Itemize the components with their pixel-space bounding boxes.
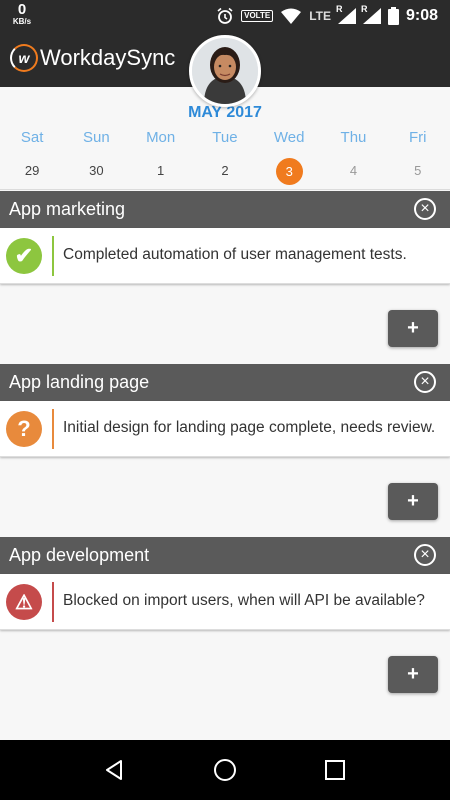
task-text: Completed automation of user management …	[63, 246, 407, 263]
project-header[interactable]: App marketing ×	[0, 191, 450, 228]
weekday-label: Sun	[83, 129, 110, 146]
calendar-day[interactable]: 4	[321, 158, 385, 184]
network-speed-value: 0	[17, 1, 27, 18]
recents-icon[interactable]	[313, 748, 357, 792]
alarm-icon	[216, 7, 234, 25]
battery-icon	[387, 7, 399, 25]
network-speed: 0 KB/s	[8, 2, 36, 26]
task-text: Blocked on import users, when will API b…	[63, 592, 425, 609]
calendar-day[interactable]: 30	[64, 158, 128, 184]
wifi-icon	[280, 8, 302, 24]
weekday-label: Wed	[273, 129, 305, 146]
completed-check-icon: ✔	[6, 238, 42, 274]
signal-icon: R	[361, 4, 381, 24]
task-card[interactable]: ✔ Completed automation of user managemen…	[0, 228, 450, 284]
status-time: 9:08	[405, 7, 438, 24]
back-icon[interactable]	[93, 748, 137, 792]
project-title: App marketing	[9, 199, 126, 219]
task-text: Initial design for landing page complete…	[63, 419, 436, 436]
add-task-button[interactable]: +	[388, 310, 438, 347]
roaming-label: R	[360, 4, 368, 14]
project-header[interactable]: App development ×	[0, 537, 450, 574]
question-icon: ?	[6, 411, 42, 447]
project-section: App marketing × ✔ Completed automation o…	[0, 191, 450, 284]
project-title: App landing page	[9, 372, 150, 392]
system-nav-bar	[0, 740, 450, 800]
volte-badge: VOLTE	[241, 10, 274, 22]
calendar-day[interactable]: 2	[193, 158, 257, 184]
weekday-label: Tue	[212, 129, 238, 146]
app-name: WorkdaySync	[40, 45, 176, 70]
weekday-label: Fri	[408, 129, 427, 146]
add-task-button[interactable]: +	[388, 483, 438, 520]
task-card[interactable]: ⚠ Blocked on import users, when will API…	[0, 574, 450, 630]
status-bar-divider	[52, 582, 54, 622]
add-task-button[interactable]: +	[388, 656, 438, 693]
home-icon[interactable]	[203, 748, 247, 792]
project-header[interactable]: App landing page ×	[0, 364, 450, 401]
calendar-weekdays: Sat Sun Mon Tue Wed Thu Fri	[0, 129, 450, 146]
weekday-label: Sat	[20, 129, 44, 146]
avatar-photo-icon	[192, 38, 258, 104]
close-icon[interactable]: ×	[414, 198, 436, 220]
calendar-day-selected[interactable]: 3	[257, 158, 321, 185]
weekday-label: Thu	[340, 129, 367, 146]
status-bar: 0 KB/s VOLTE LTE R R 9:08	[0, 0, 450, 32]
weekday-label: Mon	[146, 129, 176, 146]
selected-day-label: 3	[275, 158, 303, 185]
project-section: App landing page × ? Initial design for …	[0, 364, 450, 457]
logo-mark-icon: w	[10, 44, 38, 72]
calendar-day[interactable]: 29	[0, 158, 64, 184]
roaming-label: R	[335, 4, 343, 14]
app-logo[interactable]: w WorkdaySync	[10, 44, 175, 72]
status-bar-divider	[52, 409, 54, 449]
project-section: App development × ⚠ Blocked on import us…	[0, 537, 450, 630]
close-icon[interactable]: ×	[414, 371, 436, 393]
network-speed-unit: KB/s	[12, 17, 32, 26]
calendar-dates: 29 30 1 2 3 4 5	[0, 158, 450, 185]
user-avatar[interactable]	[189, 35, 261, 107]
task-card[interactable]: ? Initial design for landing page comple…	[0, 401, 450, 457]
calendar-day[interactable]: 5	[386, 158, 450, 184]
signal-icon: R	[336, 4, 356, 24]
warning-icon: ⚠	[6, 584, 42, 620]
lte-label: LTE	[309, 9, 331, 23]
calendar-divider	[0, 189, 450, 190]
project-title: App development	[9, 545, 150, 565]
calendar-day[interactable]: 1	[129, 158, 193, 184]
close-icon[interactable]: ×	[414, 544, 436, 566]
status-bar-divider	[52, 236, 54, 276]
